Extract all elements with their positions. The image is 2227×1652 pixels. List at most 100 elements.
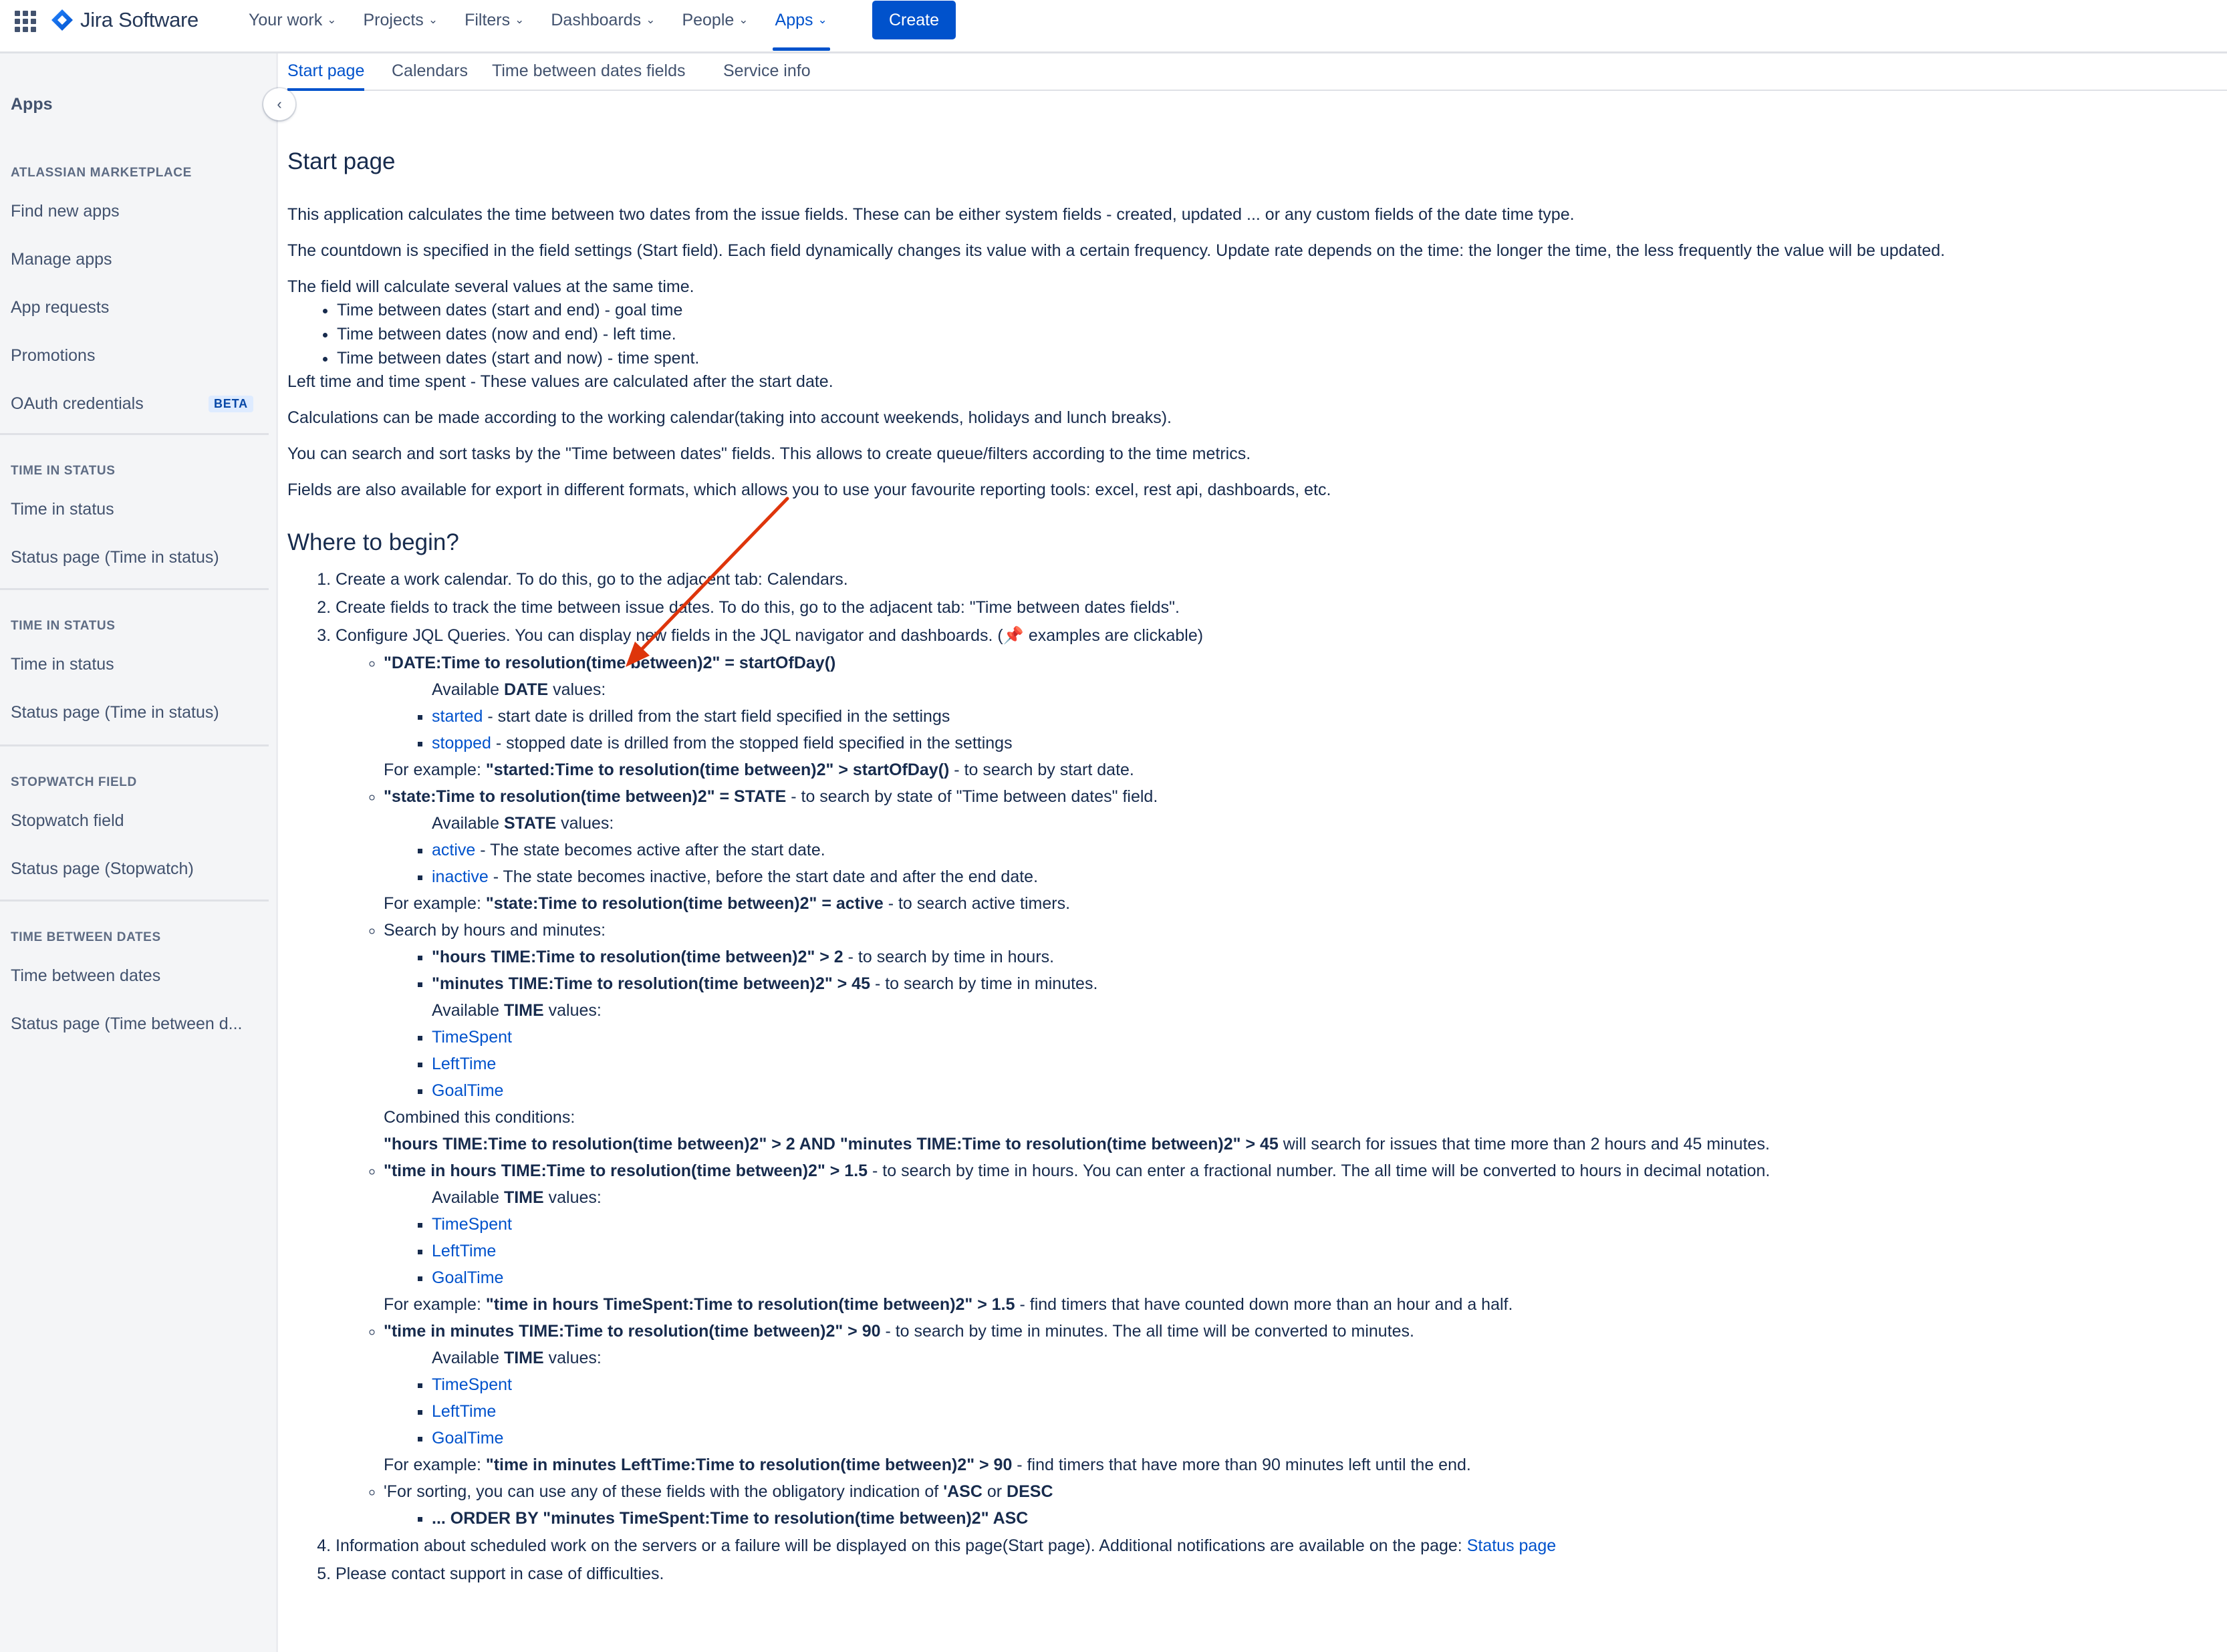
app-switcher-icon[interactable] — [15, 11, 36, 32]
chevron-down-icon: ⌄ — [739, 13, 749, 26]
chevron-down-icon: ⌄ — [817, 13, 827, 26]
value-link[interactable]: GoalTime — [432, 1081, 503, 1100]
intro-paragraph: The countdown is specified in the field … — [287, 241, 1946, 260]
value-link[interactable]: LeftTime — [432, 1402, 496, 1421]
list-item: "minutes TIME:Time to resolution(time be… — [432, 970, 2212, 997]
value-link[interactable]: TimeSpent — [432, 1375, 512, 1394]
jql-query[interactable]: "time in minutes TIME:Time to resolution… — [384, 1322, 881, 1341]
sidebar-item-status-page-stopwatch[interactable]: Status page (Stopwatch) — [11, 859, 194, 879]
combined-title: Combined this conditions: — [384, 1108, 575, 1127]
list-item: 'For sorting, you can use any of these f… — [384, 1478, 2212, 1532]
jql-examples: "DATE:Time to resolution(time between)2"… — [336, 650, 2212, 1532]
step-4: Information about scheduled work on the … — [336, 1532, 2212, 1560]
value-link[interactable]: started — [432, 707, 483, 726]
paragraph: You can search and sort tasks by the "Ti… — [287, 444, 1251, 463]
menu-projects[interactable]: Projects ⌄ — [364, 0, 438, 40]
value-link[interactable]: TimeSpent — [432, 1028, 512, 1047]
value-link[interactable]: LeftTime — [432, 1055, 496, 1073]
jql-query[interactable]: "hours TIME:Time to resolution(time betw… — [432, 948, 843, 966]
tab-time-between-dates-fields[interactable]: Time between dates fields — [492, 61, 686, 81]
value-link[interactable]: LeftTime — [432, 1242, 496, 1260]
jira-logo[interactable]: Jira Software — [51, 5, 199, 35]
menu-your-work[interactable]: Your work ⌄ — [249, 0, 337, 40]
steps-list: Create a work calendar. To do this, go t… — [287, 565, 2212, 1588]
sidebar-item-oauth-credentials[interactable]: OAuth credentials — [11, 394, 144, 414]
sidebar: Apps ‹ ATLASSIAN MARKETPLACE Find new ap… — [0, 53, 295, 1652]
list-item: Time between dates (start and now) - tim… — [337, 346, 2212, 370]
jql-query[interactable]: "time in hours TIME:Time to resolution(t… — [384, 1161, 868, 1180]
chevron-down-icon: ⌄ — [327, 13, 337, 26]
value-link[interactable]: GoalTime — [432, 1429, 503, 1448]
jql-query[interactable]: "minutes TIME:Time to resolution(time be… — [432, 974, 870, 993]
list-item: inactive - The state becomes inactive, b… — [432, 863, 2212, 890]
jql-query[interactable]: "started:Time to resolution(time between… — [486, 761, 950, 779]
list-item: "time in hours TIME:Time to resolution(t… — [384, 1157, 2212, 1318]
list-item: GoalTime — [432, 1425, 2212, 1452]
section-title-time-between-dates: TIME BETWEEN DATES — [11, 930, 161, 944]
jql-query[interactable]: "state:Time to resolution(time between)2… — [384, 787, 786, 806]
value-link[interactable]: TimeSpent — [432, 1215, 512, 1234]
list-item: Time between dates (now and end) - left … — [337, 322, 2212, 346]
main-content: Start page This application calculates t… — [287, 147, 2212, 1588]
section-title-stopwatch: STOPWATCH FIELD — [11, 775, 137, 789]
sidebar-item-time-in-status[interactable]: Time in status — [11, 500, 114, 519]
step-3: Configure JQL Queries. You can display n… — [336, 622, 2212, 1532]
tab-calendars[interactable]: Calendars — [392, 61, 468, 81]
sidebar-item-find-new-apps[interactable]: Find new apps — [11, 202, 120, 221]
pin-icon: 📌 — [1003, 626, 1024, 645]
sidebar-item-manage-apps[interactable]: Manage apps — [11, 250, 112, 269]
main-menu: Your work ⌄ Projects ⌄ Filters ⌄ Dashboards… — [249, 0, 854, 51]
jql-query[interactable]: "time in hours TimeSpent:Time to resolut… — [486, 1295, 1015, 1314]
value-link[interactable]: inactive — [432, 867, 489, 886]
sidebar-item-status-page-time-in-status[interactable]: Status page (Time in status) — [11, 548, 219, 567]
jql-query[interactable]: "state:Time to resolution(time between)2… — [486, 894, 884, 913]
value-link[interactable]: GoalTime — [432, 1268, 503, 1287]
list-item: "hours TIME:Time to resolution(time betw… — [432, 944, 2212, 970]
tab-service-info[interactable]: Service info — [723, 61, 811, 81]
sidebar-item-time-in-status-2[interactable]: Time in status — [11, 655, 114, 674]
list-item: Search by hours and minutes: "hours TIME… — [384, 917, 2212, 1157]
create-button[interactable]: Create — [872, 1, 956, 39]
jql-query[interactable]: ... ORDER BY "minutes TimeSpent:Time to … — [432, 1509, 1028, 1528]
list-item: "time in minutes TIME:Time to resolution… — [384, 1318, 2212, 1478]
menu-apps[interactable]: Apps ⌄ — [772, 0, 831, 51]
list-item: TimeSpent — [432, 1211, 2212, 1238]
intro-paragraph: This application calculates the time bet… — [287, 205, 1575, 224]
menu-dashboards[interactable]: Dashboards ⌄ — [551, 0, 655, 40]
sidebar-item-time-between-dates[interactable]: Time between dates — [11, 966, 160, 986]
tab-start-page[interactable]: Start page — [287, 61, 365, 91]
sidebar-item-app-requests[interactable]: App requests — [11, 298, 109, 317]
sidebar-divider — [0, 433, 269, 435]
menu-people[interactable]: People ⌄ — [682, 0, 748, 40]
value-link[interactable]: active — [432, 841, 475, 859]
sidebar-item-status-page-time-between-dates[interactable]: Status page (Time between d... — [11, 1014, 242, 1034]
product-name: Jira Software — [80, 8, 199, 31]
value-link[interactable]: stopped — [432, 734, 491, 752]
step-5: Please contact support in case of diffic… — [336, 1560, 2212, 1588]
list-item: LeftTime — [432, 1398, 2212, 1425]
list-item: GoalTime — [432, 1077, 2212, 1104]
example-line: For example: "time in hours TimeSpent:Ti… — [384, 1295, 1513, 1314]
sidebar-divider — [0, 900, 269, 902]
sidebar-item-promotions[interactable]: Promotions — [11, 346, 95, 366]
jql-query[interactable]: "time in minutes LeftTime:Time to resolu… — [486, 1456, 1013, 1474]
combined-line: "hours TIME:Time to resolution(time betw… — [384, 1135, 1770, 1153]
page-tabs: Start page Calendars Time between dates … — [278, 53, 2227, 91]
jql-query[interactable]: "DATE:Time to resolution(time between)2"… — [384, 654, 835, 672]
sidebar-divider — [0, 744, 269, 746]
list-item: ... ORDER BY "minutes TimeSpent:Time to … — [432, 1505, 2212, 1532]
list-item: "state:Time to resolution(time between)2… — [384, 783, 2212, 917]
jql-query[interactable]: "hours TIME:Time to resolution(time betw… — [384, 1135, 1279, 1153]
chevron-down-icon: ⌄ — [428, 13, 438, 26]
sidebar-item-status-page-time-in-status-2[interactable]: Status page (Time in status) — [11, 703, 219, 722]
list-item: LeftTime — [432, 1051, 2212, 1077]
paragraph: Fields are also available for export in … — [287, 480, 1331, 499]
where-to-begin-heading: Where to begin? — [287, 529, 459, 555]
sidebar-item-stopwatch-field[interactable]: Stopwatch field — [11, 811, 124, 831]
beta-badge: BETA — [209, 396, 253, 412]
after-calc-text: Left time and time spent - These values … — [287, 372, 833, 391]
collapse-sidebar-button[interactable]: ‹ — [263, 88, 295, 120]
list-item: started - start date is drilled from the… — [432, 703, 2212, 730]
status-page-link[interactable]: Status page — [1467, 1536, 1556, 1555]
menu-filters[interactable]: Filters ⌄ — [465, 0, 524, 40]
